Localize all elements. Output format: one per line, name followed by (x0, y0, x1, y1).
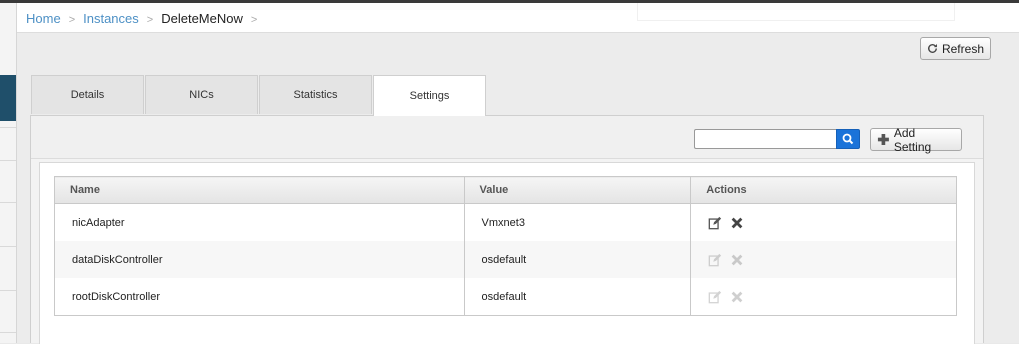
breadcrumb-instances[interactable]: Instances (83, 11, 139, 26)
column-header-name[interactable]: Name (54, 176, 465, 204)
refresh-icon (928, 44, 937, 53)
column-header-actions: Actions (690, 176, 957, 204)
tab-details[interactable]: Details (31, 75, 144, 114)
page-toolbar: Refresh (17, 33, 1019, 66)
delete-icon (731, 254, 743, 265)
setting-actions (690, 203, 957, 241)
tab-label: Details (70, 89, 105, 101)
breadcrumb-separator: > (68, 14, 76, 26)
table-row: nicAdapter Vmxnet3 (54, 203, 957, 241)
table-row: rootDiskController osdefault (54, 278, 957, 316)
setting-actions (690, 241, 957, 278)
edit-icon (708, 290, 722, 303)
edit-icon (708, 253, 722, 266)
setting-value: Vmxnet3 (463, 203, 692, 241)
add-setting-button[interactable]: Add Setting (870, 125, 962, 154)
left-navigation (0, 3, 17, 343)
tab-label: Statistics (293, 89, 338, 101)
settings-grid-container: Name Value Actions nicAdapter Vmxnet3 da… (39, 162, 975, 344)
edit-icon[interactable] (708, 216, 722, 230)
tab-statistics[interactable]: Statistics (259, 75, 372, 114)
search-icon (842, 133, 854, 145)
delete-icon[interactable] (730, 216, 744, 230)
nav-divider (0, 246, 16, 247)
setting-name: rootDiskController (54, 278, 465, 316)
main-content: Details NICs Statistics Settings Add Set… (17, 66, 1019, 344)
breadcrumb-separator: > (146, 14, 154, 26)
refresh-button[interactable]: Refresh (920, 37, 991, 60)
tab-label: Settings (409, 90, 450, 102)
add-setting-label: Add Setting (893, 125, 932, 154)
nav-divider (0, 160, 16, 161)
breadcrumb: Home > Instances > DeleteMeNow > (26, 11, 265, 26)
table-row: dataDiskController osdefault (54, 241, 957, 278)
table-header: Name Value Actions (54, 176, 957, 204)
tab-settings[interactable]: Settings (373, 75, 486, 116)
nav-divider (0, 127, 16, 128)
search-input[interactable] (694, 129, 836, 149)
nav-item-active[interactable] (0, 75, 16, 121)
nav-divider (0, 332, 16, 333)
breadcrumb-bar: Home > Instances > DeleteMeNow > (17, 3, 1019, 33)
breadcrumb-current: DeleteMeNow (161, 11, 243, 26)
refresh-label: Refresh (941, 41, 984, 56)
breadcrumb-separator: > (250, 14, 258, 26)
nav-divider (0, 202, 16, 203)
settings-table: Name Value Actions nicAdapter Vmxnet3 da… (54, 176, 957, 316)
delete-icon (731, 291, 743, 302)
breadcrumb-home[interactable]: Home (26, 11, 61, 26)
setting-actions (690, 278, 957, 316)
tab-nics[interactable]: NICs (145, 75, 258, 114)
setting-name: dataDiskController (54, 241, 465, 278)
settings-toolbar: Add Setting (31, 116, 983, 159)
search-button[interactable] (836, 129, 860, 149)
column-header-value[interactable]: Value (463, 176, 692, 204)
plus-icon (877, 134, 889, 145)
setting-value: osdefault (463, 241, 692, 278)
settings-panel: Add Setting Name Value Actions nicAdapte… (30, 115, 984, 344)
header-panel (637, 3, 955, 21)
tab-label: NICs (189, 89, 214, 101)
setting-name: nicAdapter (54, 203, 465, 241)
setting-value: osdefault (463, 278, 692, 316)
nav-divider (0, 290, 16, 291)
